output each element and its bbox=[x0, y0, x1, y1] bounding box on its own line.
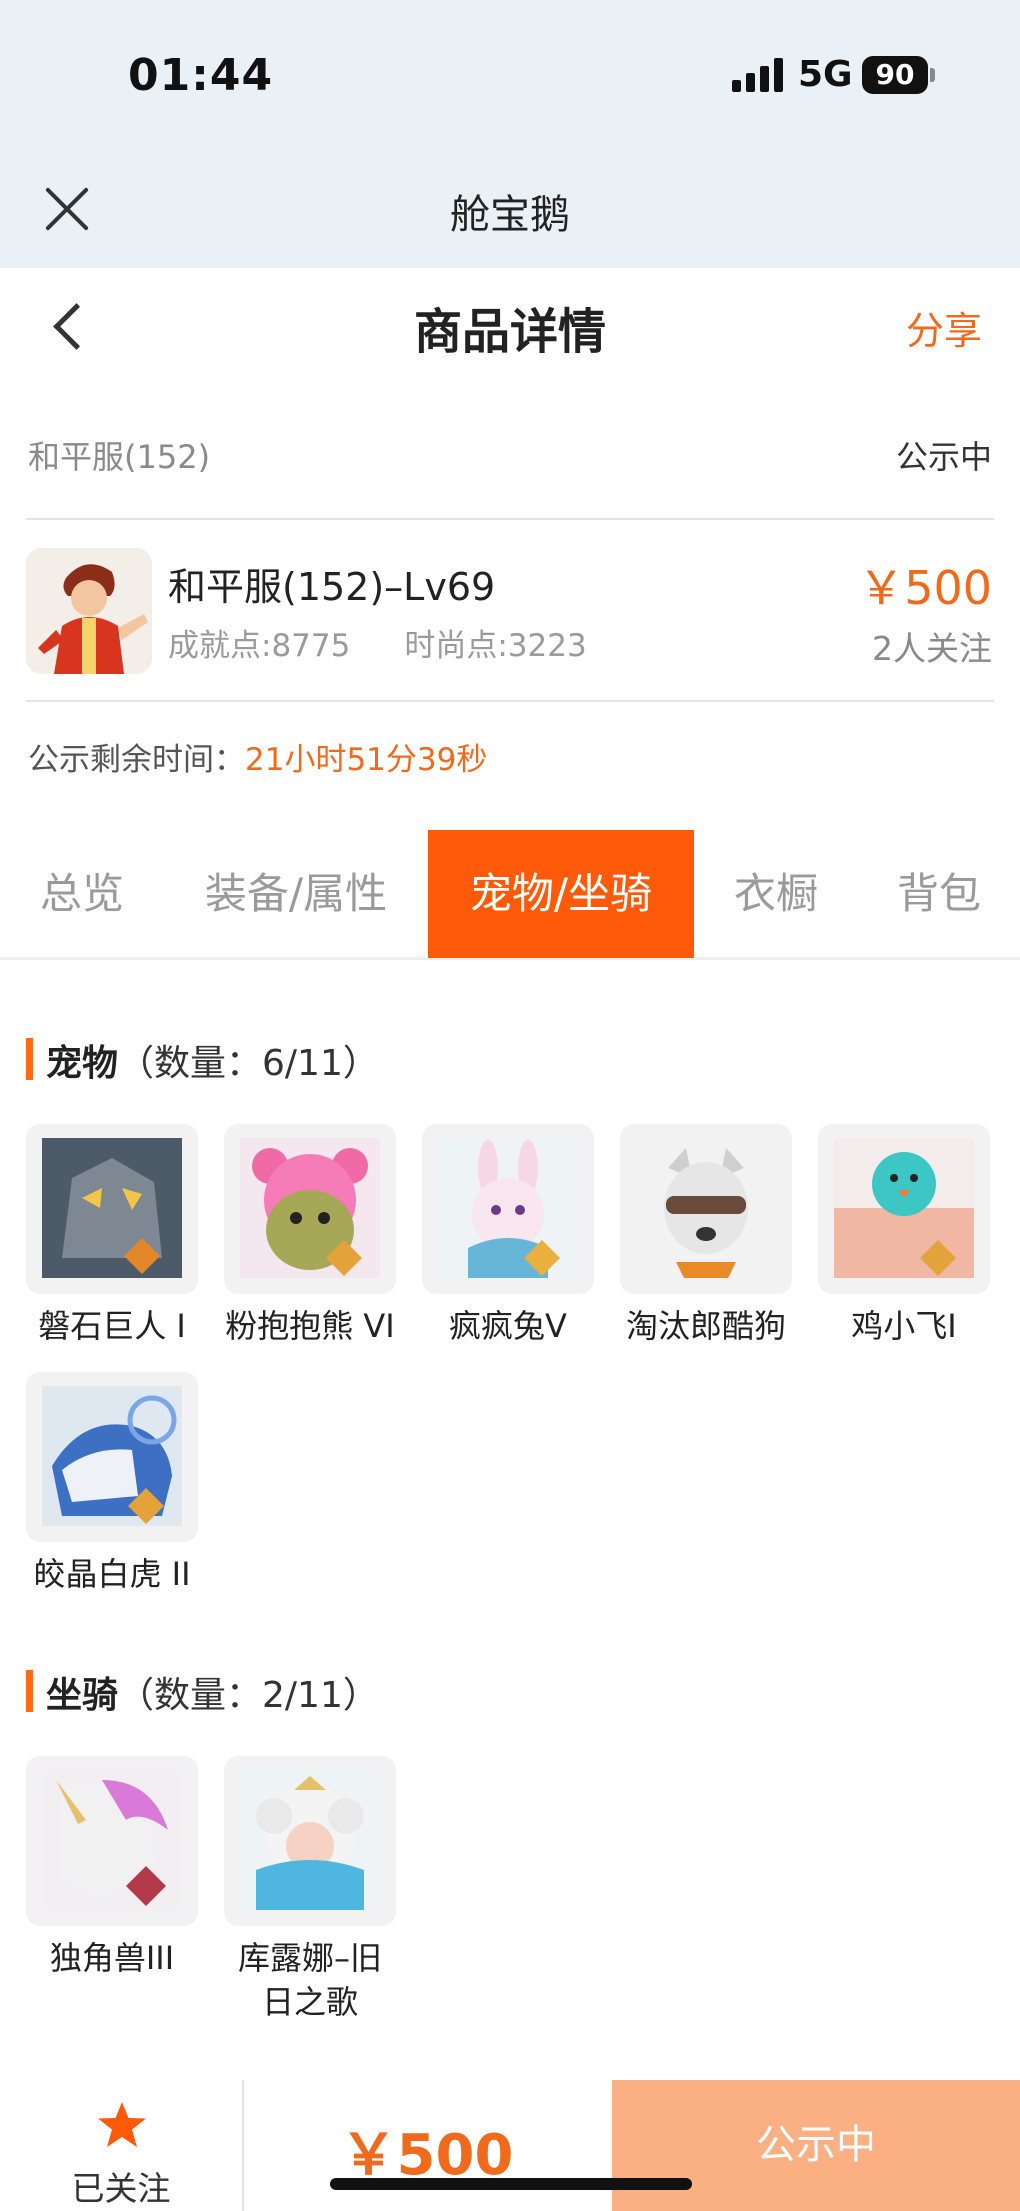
tab-backpack[interactable]: 背包 bbox=[858, 830, 1020, 958]
chick-icon bbox=[818, 1124, 990, 1294]
server-name: 和平服(152) bbox=[28, 438, 211, 476]
pet-name: 皎晶白虎 II bbox=[33, 1555, 191, 1593]
unicorn-icon bbox=[26, 1756, 198, 1926]
pet-item[interactable]: 皎晶白虎 II bbox=[26, 1372, 198, 1596]
crazy-rabbit-icon bbox=[422, 1124, 594, 1294]
tab-wardrobe[interactable]: 衣橱 bbox=[694, 830, 858, 958]
white-tiger-icon bbox=[26, 1372, 198, 1542]
tab-overview[interactable]: 总览 bbox=[0, 830, 164, 958]
webview-header: 01:44 5G 90 舱宝鹅 bbox=[0, 0, 1020, 268]
mounts-title: 坐骑（数量：2/11） bbox=[46, 1666, 379, 1718]
follower-count: 2人关注 bbox=[872, 629, 992, 668]
tab-equipment[interactable]: 装备/属性 bbox=[164, 830, 428, 958]
pet-name: 鸡小飞I bbox=[851, 1307, 957, 1345]
achievement-points: 成就点:8775 bbox=[168, 628, 351, 664]
fashion-points: 时尚点:3223 bbox=[404, 628, 587, 664]
mount-item[interactable]: 库露娜–旧日之歌 bbox=[224, 1756, 396, 2024]
star-icon bbox=[98, 2102, 146, 2147]
share-button[interactable]: 分享 bbox=[906, 300, 982, 355]
pet-name: 磐石巨人 I bbox=[38, 1307, 186, 1345]
battery-icon: 90 bbox=[862, 56, 928, 94]
battery-tip bbox=[930, 68, 935, 82]
divider bbox=[26, 518, 994, 520]
product-name: 和平服(152)–Lv69 bbox=[168, 565, 496, 609]
pet-item[interactable]: 淘汰郎酷狗 bbox=[620, 1124, 792, 1348]
tab-pets-mounts[interactable]: 宠物/坐骑 bbox=[428, 830, 694, 958]
home-indicator bbox=[330, 2178, 692, 2190]
section-marker bbox=[26, 1038, 33, 1080]
bottom-action-bar: 已关注 ￥500 公示中 bbox=[0, 2080, 1020, 2211]
remaining-time: 公示剩余时间：21小时51分39秒 bbox=[28, 734, 487, 779]
pet-name: 淘汰郎酷狗 bbox=[625, 1307, 786, 1345]
pet-item[interactable]: 粉抱抱熊 VI bbox=[224, 1124, 396, 1348]
pets-title-text: 宠物 bbox=[46, 1043, 119, 1084]
tab-bar: 总览 装备/属性 宠物/坐骑 衣橱 背包 bbox=[0, 830, 1020, 960]
mount-item[interactable]: 独角兽III bbox=[26, 1756, 198, 1980]
pet-item[interactable]: 鸡小飞I bbox=[818, 1124, 990, 1348]
mounts-title-text: 坐骑 bbox=[46, 1675, 119, 1716]
section-marker bbox=[26, 1670, 33, 1712]
character-avatar bbox=[26, 548, 152, 674]
pet-item[interactable]: 磐石巨人 I bbox=[26, 1124, 198, 1348]
network-type: 5G bbox=[798, 54, 853, 95]
mounts-count: （数量：2/11） bbox=[118, 1675, 379, 1716]
product-price: ￥500 bbox=[858, 561, 992, 615]
pet-name: 疯疯兔V bbox=[449, 1307, 567, 1345]
status-action-button[interactable]: 公示中 bbox=[612, 2080, 1020, 2211]
status-time: 01:44 bbox=[128, 50, 274, 101]
mount-name: 独角兽III bbox=[49, 1939, 175, 1977]
page-title: 商品详情 bbox=[413, 304, 606, 360]
app-name: 舱宝鹅 bbox=[450, 192, 570, 238]
remaining-time-value: 21小时51分39秒 bbox=[245, 742, 488, 778]
pink-bear-icon bbox=[224, 1124, 396, 1294]
divider bbox=[26, 700, 994, 702]
pets-title: 宠物（数量：6/11） bbox=[46, 1034, 379, 1086]
follow-button[interactable]: 已关注 bbox=[0, 2080, 242, 2211]
pet-item[interactable]: 疯疯兔V bbox=[422, 1124, 594, 1348]
mount-name: 库露娜–旧日之歌 bbox=[237, 1939, 382, 2021]
follow-label: 已关注 bbox=[71, 2169, 171, 2208]
pets-count: （数量：6/11） bbox=[118, 1043, 379, 1084]
product-stats: 成就点:8775 时尚点:3223 bbox=[168, 620, 587, 665]
cool-dog-icon bbox=[620, 1124, 792, 1294]
stone-giant-icon bbox=[26, 1124, 198, 1294]
remaining-time-label: 公示剩余时间： bbox=[28, 742, 245, 778]
kuluna-icon bbox=[224, 1756, 396, 1926]
signal-icon bbox=[732, 58, 786, 92]
listing-status: 公示中 bbox=[895, 438, 992, 476]
pet-name: 粉抱抱熊 VI bbox=[225, 1307, 395, 1345]
